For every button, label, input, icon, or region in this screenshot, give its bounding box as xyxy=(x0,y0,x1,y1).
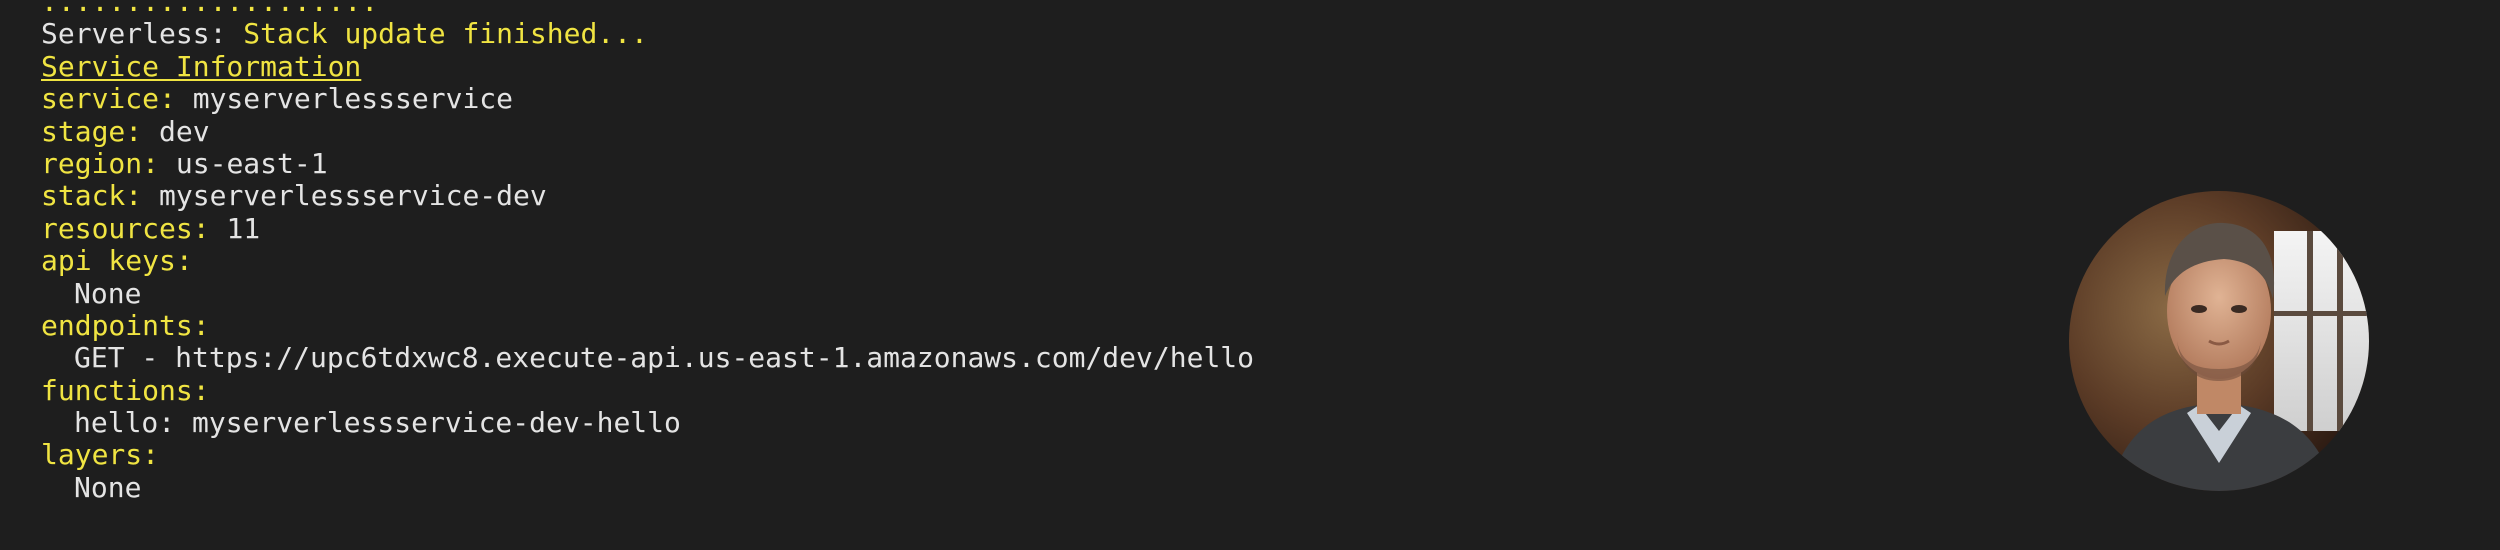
status-prefix: Serverless: xyxy=(41,17,227,51)
api-keys-value-line: None xyxy=(41,276,1941,310)
resources-value: 11 xyxy=(226,211,261,245)
progress-dots: .................... xyxy=(41,0,379,18)
region-key: region: xyxy=(41,146,160,180)
section-title-line: Service Information xyxy=(41,49,1941,83)
section-title: Service Information xyxy=(41,49,362,83)
endpoints-key: endpoints: xyxy=(41,308,210,342)
resources-key: resources: xyxy=(41,211,210,245)
layers-value: None xyxy=(74,470,142,504)
region-line: region: us-east-1 xyxy=(41,146,1941,180)
service-line: service: myserverlessservice xyxy=(41,82,1941,116)
function-value: hello: myserverlessservice-dev-hello xyxy=(74,406,681,440)
status-message: Stack update finished... xyxy=(243,17,648,51)
layers-value-line: None xyxy=(41,470,1941,504)
functions-line: functions: xyxy=(41,373,1941,407)
endpoints-line: endpoints: xyxy=(41,308,1941,342)
service-key: service: xyxy=(41,82,176,116)
status-line: Serverless: Stack update finished... xyxy=(41,18,1941,50)
stage-key: stage: xyxy=(41,114,143,148)
stack-value: myserverlessservice-dev xyxy=(159,179,547,213)
region-value: us-east-1 xyxy=(175,146,328,180)
person-photo-icon xyxy=(2069,191,2369,491)
resources-line: resources: 11 xyxy=(41,211,1941,245)
layers-key: layers: xyxy=(41,438,160,472)
service-value: myserverlessservice xyxy=(192,82,514,116)
stack-line: stack: myserverlessservice-dev xyxy=(41,180,1941,212)
presenter-avatar xyxy=(2069,191,2369,491)
functions-key: functions: xyxy=(41,373,210,407)
layers-line: layers: xyxy=(41,439,1941,471)
api-keys-key: api keys: xyxy=(41,244,193,278)
stack-key: stack: xyxy=(41,179,143,213)
stage-line: stage: dev xyxy=(41,114,1941,148)
endpoint-value[interactable]: GET - https://upc6tdxwc8.execute-api.us-… xyxy=(74,341,1254,374)
api-keys-line: api keys: xyxy=(41,244,1941,278)
stage-value: dev xyxy=(159,114,210,148)
endpoint-value-line: GET - https://upc6tdxwc8.execute-api.us-… xyxy=(41,342,1941,374)
function-value-line: hello: myserverlessservice-dev-hello xyxy=(41,406,1941,440)
terminal-output: .................... Serverless: Stack u… xyxy=(41,0,1941,504)
api-keys-value: None xyxy=(74,276,142,310)
